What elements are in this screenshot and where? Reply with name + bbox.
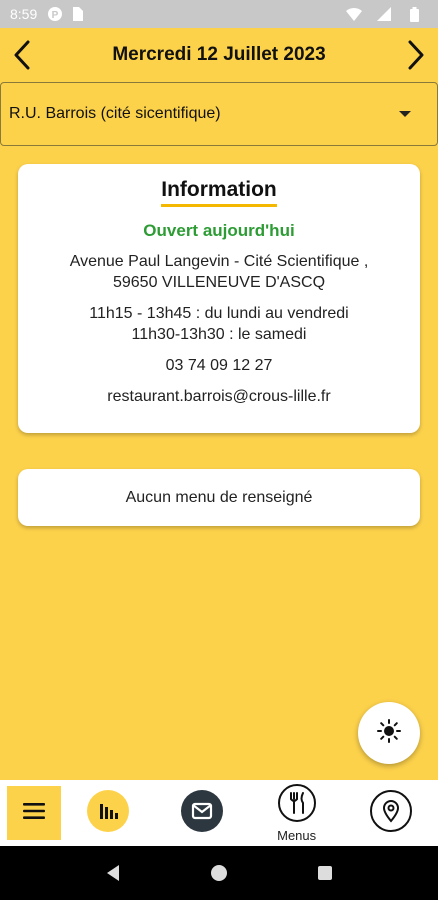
- address-line-2: 59650 VILLENEUVE D'ASCQ: [112, 274, 326, 291]
- sun-icon: [377, 718, 401, 748]
- dropdown-caret-icon: [399, 111, 411, 117]
- no-menu-text: Aucun menu de renseigné: [125, 488, 313, 506]
- stats-icon: [87, 789, 130, 837]
- email-address[interactable]: restaurant.barrois@crous-lille.fr: [18, 386, 420, 407]
- system-navigation-bar: [0, 846, 438, 900]
- recents-icon[interactable]: [305, 853, 345, 893]
- chevron-right-icon[interactable]: [402, 35, 430, 75]
- nav-item-location[interactable]: [344, 780, 438, 846]
- hours-line-2: 11h30-13h30 : le samedi: [131, 326, 307, 343]
- wifi-icon: [346, 6, 362, 22]
- phone-number[interactable]: 03 74 09 12 27: [18, 355, 420, 376]
- status-bar: 8:59 P: [0, 0, 438, 28]
- information-title: Information: [161, 178, 277, 207]
- svg-text:P: P: [52, 10, 59, 21]
- menu-card: Aucun menu de renseigné: [18, 469, 420, 526]
- restaurant-select[interactable]: R.U. Barrois (cité sicentifique): [0, 82, 438, 146]
- bottom-navigation: Menus: [0, 780, 438, 846]
- open-status: Ouvert aujourd'hui: [143, 221, 295, 240]
- back-icon[interactable]: [93, 853, 133, 893]
- status-time: 8:59: [10, 6, 38, 22]
- information-card: Information Ouvert aujourd'hui Avenue Pa…: [18, 164, 420, 433]
- address-line-1: Avenue Paul Langevin - Cité Scientifique…: [69, 253, 369, 270]
- p-badge-icon: P: [47, 6, 63, 22]
- date-navigation: Mercredi 12 Juillet 2023: [0, 28, 438, 82]
- theme-toggle-button[interactable]: [358, 702, 420, 764]
- restaurant-select-value: R.U. Barrois (cité sicentifique): [9, 105, 221, 122]
- home-icon[interactable]: [199, 853, 239, 893]
- nav-item-mail[interactable]: [155, 780, 249, 846]
- hours-line-1: 11h15 - 13h45 : du lundi au vendredi: [89, 305, 349, 322]
- nav-menu-button[interactable]: [7, 786, 61, 840]
- signal-icon: [376, 6, 392, 22]
- mail-icon: [181, 789, 224, 837]
- nav-label-menus: Menus: [277, 827, 317, 843]
- nav-item-menus[interactable]: Menus: [250, 780, 344, 846]
- chevron-left-icon[interactable]: [8, 35, 36, 75]
- nav-item-stats[interactable]: [61, 780, 155, 846]
- location-pin-icon: [369, 789, 412, 837]
- battery-icon: [406, 6, 422, 22]
- date-title: Mercredi 12 Juillet 2023: [112, 44, 326, 65]
- hamburger-menu-icon: [23, 802, 45, 824]
- fork-knife-icon: [276, 783, 318, 827]
- sim-card-icon: [69, 6, 85, 22]
